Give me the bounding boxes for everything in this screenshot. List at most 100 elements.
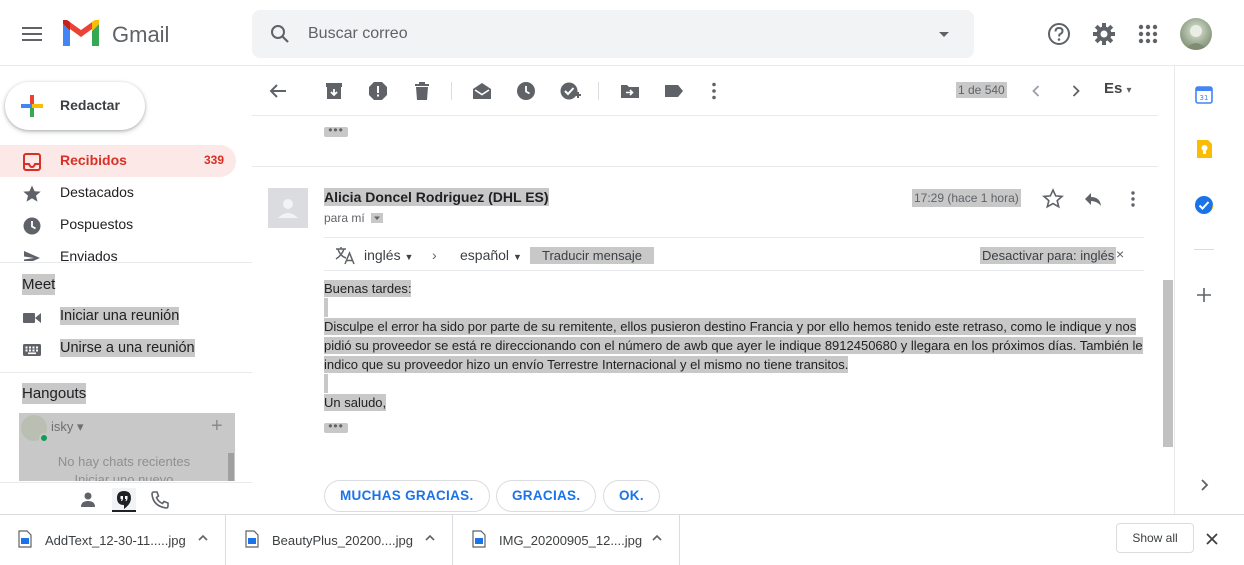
- toolbar-divider: [451, 82, 452, 100]
- close-icon[interactable]: ×: [1116, 246, 1124, 262]
- add-chat-icon[interactable]: +: [211, 415, 223, 438]
- sidebar-item-sent[interactable]: Enviados: [0, 241, 236, 261]
- label-icon: [665, 85, 683, 97]
- new-meeting-button[interactable]: Iniciar una reunión: [0, 301, 236, 333]
- source-language-select[interactable]: inglés ▼: [364, 247, 413, 263]
- show-trimmed-content-button[interactable]: •••: [324, 420, 348, 433]
- phone-tab[interactable]: [148, 488, 172, 512]
- phone-icon: [151, 491, 169, 509]
- hangouts-scrollbar[interactable]: [228, 453, 234, 481]
- mark-unread-button[interactable]: [470, 79, 494, 103]
- image-file-icon: [245, 530, 259, 548]
- start-new-chat-link[interactable]: Iniciar uno nuevo: [19, 472, 229, 481]
- sender-avatar[interactable]: [268, 188, 308, 228]
- main-menu-button[interactable]: [14, 20, 50, 48]
- smart-reply-2[interactable]: GRACIAS.: [496, 480, 597, 512]
- gmail-logo-icon[interactable]: [60, 18, 102, 50]
- sidebar-item-snoozed[interactable]: Pospuestos: [0, 209, 236, 241]
- archive-button[interactable]: [322, 79, 346, 103]
- more-vert-icon: [1131, 191, 1135, 207]
- search-options-button[interactable]: [932, 24, 956, 44]
- body-paragraph: Disculpe el error ha sido por parte de s…: [324, 318, 1143, 373]
- older-button[interactable]: [1064, 79, 1088, 103]
- toolbar-divider: [598, 82, 599, 100]
- hangouts-panel: isky ▾ + No hay chats recientes Iniciar …: [19, 413, 235, 481]
- add-to-tasks-button[interactable]: [558, 79, 582, 103]
- move-to-button[interactable]: [618, 79, 642, 103]
- account-avatar[interactable]: [1180, 18, 1212, 50]
- snooze-icon: [517, 82, 535, 100]
- gear-icon[interactable]: [1091, 21, 1117, 47]
- expand-side-panel-button[interactable]: [1193, 474, 1215, 496]
- message-more-button[interactable]: [1122, 188, 1144, 210]
- download-item[interactable]: IMG_20200905_12....jpg: [454, 515, 680, 565]
- more-options-button[interactable]: [702, 79, 726, 103]
- smart-reply-1[interactable]: MUCHAS GRACIAS.: [324, 480, 490, 512]
- download-filename: BeautyPlus_20200....jpg: [272, 533, 413, 548]
- translate-bar: inglés ▼ › español ▼ Traducir mensaje De…: [324, 237, 1144, 271]
- main-scrollbar-thumb[interactable]: [1163, 280, 1173, 447]
- trash-icon: [415, 82, 429, 100]
- chevron-down-icon: ▾: [1126, 85, 1132, 96]
- hangouts-tab[interactable]: [112, 488, 136, 512]
- snooze-button[interactable]: [514, 79, 538, 103]
- contacts-tab[interactable]: [76, 488, 100, 512]
- join-meeting-label: Unirse a una reunión: [60, 339, 195, 357]
- person-icon: [81, 492, 95, 507]
- join-meeting-button[interactable]: Unirse a una reunión: [0, 333, 236, 365]
- star-message-button[interactable]: [1042, 188, 1064, 210]
- svg-text:31: 31: [1200, 94, 1209, 102]
- chevron-up-icon[interactable]: [423, 531, 437, 545]
- source-language-label: inglés: [364, 247, 401, 263]
- translate-message-link[interactable]: Traducir mensaje: [530, 247, 654, 264]
- get-addons-button[interactable]: [1193, 284, 1215, 306]
- report-spam-button[interactable]: [366, 79, 390, 103]
- show-all-downloads-button[interactable]: Show all: [1116, 523, 1194, 553]
- apps-grid-icon[interactable]: [1137, 23, 1159, 45]
- back-button[interactable]: [266, 79, 290, 103]
- meet-section: Meet Iniciar una reunión Unirse a una re…: [0, 262, 252, 370]
- tasks-button[interactable]: [1193, 194, 1215, 216]
- input-tools-button[interactable]: Es ▾: [1104, 80, 1132, 97]
- show-trimmed-content-button[interactable]: •••: [324, 124, 348, 137]
- send-icon: [22, 248, 42, 261]
- star-outline-icon: [1042, 188, 1064, 209]
- close-icon: [1206, 533, 1218, 545]
- delete-button[interactable]: [410, 79, 434, 103]
- sidebar-item-starred[interactable]: Destacados: [0, 177, 236, 209]
- smart-reply-3[interactable]: OK.: [603, 480, 660, 512]
- compose-button[interactable]: Redactar: [5, 82, 145, 130]
- newer-button[interactable]: [1024, 79, 1048, 103]
- search-icon[interactable]: [268, 22, 292, 46]
- show-details-button[interactable]: [370, 211, 384, 225]
- keep-button[interactable]: [1193, 138, 1215, 160]
- download-item[interactable]: BeautyPlus_20200....jpg: [227, 515, 453, 565]
- dropdown-caret-icon: [939, 32, 949, 37]
- archive-icon: [326, 83, 342, 99]
- reply-button[interactable]: [1082, 188, 1104, 210]
- sender-name[interactable]: Alicia Doncel Rodriguez (DHL ES): [324, 188, 549, 206]
- labels-button[interactable]: [662, 79, 686, 103]
- hangouts-user-button[interactable]: isky ▾: [51, 419, 84, 435]
- search-input[interactable]: [308, 24, 908, 44]
- closing-text: Un saludo,: [324, 394, 387, 411]
- mark-unread-icon: [473, 83, 491, 99]
- message-divider: [252, 166, 1158, 167]
- sidebar-item-inbox[interactable]: Recibidos 339: [0, 145, 236, 177]
- download-item[interactable]: AddText_12-30-11.....jpg: [0, 515, 226, 565]
- message-toolbar: 1 de 540 Es ▾: [252, 66, 1158, 116]
- image-file-icon: [472, 530, 486, 548]
- chevron-down-icon: ▼: [404, 252, 414, 262]
- calendar-icon: 31: [1195, 86, 1213, 104]
- chevron-up-icon[interactable]: [196, 531, 210, 545]
- chevron-up-icon[interactable]: [650, 531, 664, 545]
- search-bar[interactable]: [252, 10, 974, 58]
- pagination-count: 1 de 540: [956, 82, 1007, 98]
- target-language-select[interactable]: español ▼: [460, 247, 522, 263]
- download-filename: AddText_12-30-11.....jpg: [45, 533, 186, 548]
- close-downloads-button[interactable]: [1203, 530, 1221, 548]
- disable-translation-link[interactable]: Desactivar para: inglés: [980, 247, 1117, 264]
- help-icon[interactable]: [1046, 21, 1072, 47]
- hangouts-title: Hangouts: [22, 383, 87, 404]
- calendar-button[interactable]: 31: [1193, 84, 1215, 106]
